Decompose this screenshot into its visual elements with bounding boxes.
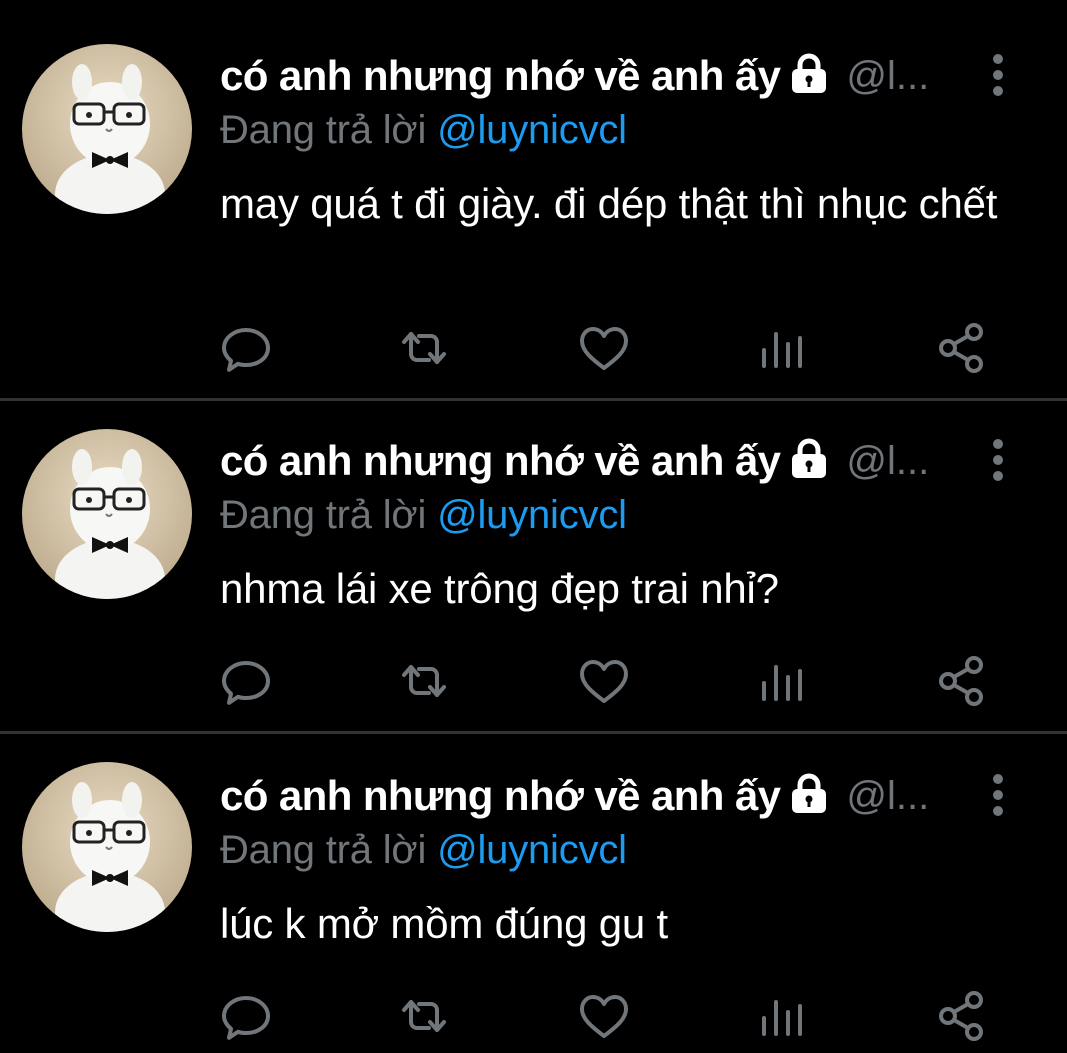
display-name[interactable]: có anh nhưng nhớ về anh ấy xyxy=(220,52,781,100)
reply-prefix: Đang trả lời xyxy=(220,108,427,152)
avatar[interactable] xyxy=(22,762,192,932)
tweet-header: có anh nhưng nhớ về anh ấy @l... xyxy=(220,48,980,104)
tweet-header: có anh nhưng nhớ về anh ấy @l... xyxy=(220,433,980,489)
replying-to: Đang trả lời @luynicvcl xyxy=(220,493,627,538)
share-nodes-icon[interactable] xyxy=(934,320,990,376)
more-vertical-icon[interactable] xyxy=(986,52,1010,100)
reply-mention-link[interactable]: @luynicvcl xyxy=(437,493,627,537)
retweet-icon[interactable] xyxy=(396,653,452,709)
replying-to: Đang trả lời @luynicvcl xyxy=(220,108,627,153)
more-vertical-icon[interactable] xyxy=(986,437,1010,485)
display-name[interactable]: có anh nhưng nhớ về anh ấy xyxy=(220,772,781,820)
display-name[interactable]: có anh nhưng nhớ về anh ấy xyxy=(220,437,781,485)
analytics-bars-icon[interactable] xyxy=(754,320,810,376)
heart-icon[interactable] xyxy=(576,653,632,709)
tweet-text: nhma lái xe trông đẹp trai nhỉ? xyxy=(220,565,779,612)
replying-to: Đang trả lời @luynicvcl xyxy=(220,828,627,873)
tweet-feed: có anh nhưng nhớ về anh ấy @l... Đang tr… xyxy=(0,0,1067,1053)
tweet-actions xyxy=(218,988,998,1044)
tweet-header: có anh nhưng nhớ về anh ấy @l... xyxy=(220,768,980,824)
avatar[interactable] xyxy=(22,44,192,214)
reply-bubble-icon[interactable] xyxy=(218,653,274,709)
share-nodes-icon[interactable] xyxy=(934,653,990,709)
tweet[interactable]: có anh nhưng nhớ về anh ấy @l... Đang tr… xyxy=(0,734,1067,1053)
reply-bubble-icon[interactable] xyxy=(218,988,274,1044)
handle[interactable]: @l... xyxy=(846,774,929,819)
analytics-bars-icon[interactable] xyxy=(754,988,810,1044)
avatar[interactable] xyxy=(22,429,192,599)
tweet[interactable]: có anh nhưng nhớ về anh ấy @l... Đang tr… xyxy=(0,0,1067,400)
tweet-actions xyxy=(218,653,998,709)
analytics-bars-icon[interactable] xyxy=(754,653,810,709)
retweet-icon[interactable] xyxy=(396,320,452,376)
heart-icon[interactable] xyxy=(576,320,632,376)
reply-prefix: Đang trả lời xyxy=(220,828,427,872)
share-nodes-icon[interactable] xyxy=(934,988,990,1044)
tweet-actions xyxy=(218,320,998,376)
reply-bubble-icon[interactable] xyxy=(218,320,274,376)
more-vertical-icon[interactable] xyxy=(986,772,1010,820)
lock-icon xyxy=(786,51,832,97)
tweet-text: lúc k mở mồm đúng gu t xyxy=(220,900,668,947)
reply-mention-link[interactable]: @luynicvcl xyxy=(437,828,627,872)
handle[interactable]: @l... xyxy=(846,54,929,99)
reply-mention-link[interactable]: @luynicvcl xyxy=(437,108,627,152)
lock-icon xyxy=(786,436,832,482)
reply-prefix: Đang trả lời xyxy=(220,493,427,537)
heart-icon[interactable] xyxy=(576,988,632,1044)
tweet[interactable]: có anh nhưng nhớ về anh ấy @l... Đang tr… xyxy=(0,401,1067,731)
retweet-icon[interactable] xyxy=(396,988,452,1044)
lock-icon xyxy=(786,771,832,817)
tweet-text: may quá t đi giày. đi dép thật thì nhục … xyxy=(220,180,998,227)
handle[interactable]: @l... xyxy=(846,439,929,484)
